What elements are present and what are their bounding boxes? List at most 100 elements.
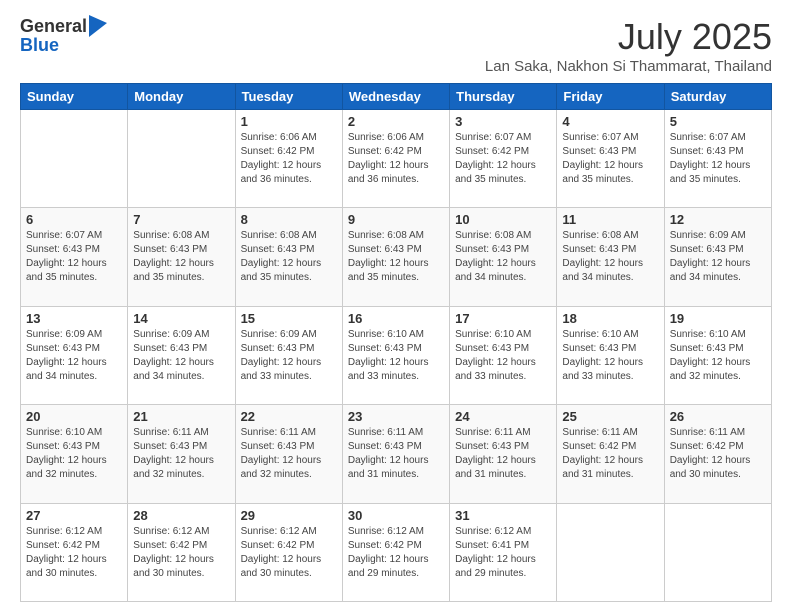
day-number: 18 xyxy=(562,311,658,326)
calendar-cell: 12Sunrise: 6:09 AM Sunset: 6:43 PM Dayli… xyxy=(664,208,771,306)
header: General Blue July 2025 Lan Saka, Nakhon … xyxy=(20,16,772,75)
calendar-cell: 28Sunrise: 6:12 AM Sunset: 6:42 PM Dayli… xyxy=(128,503,235,601)
day-number: 28 xyxy=(133,508,229,523)
calendar-cell: 16 Sunrise: 6:10 AM Sunset: 6:43 PM Dayli… xyxy=(342,306,449,404)
calendar-cell: 13Sunrise: 6:09 AM Sunset: 6:43 PM Dayli… xyxy=(21,306,128,404)
calendar-cell: 8Sunrise: 6:08 AM Sunset: 6:43 PM Daylig… xyxy=(235,208,342,306)
calendar-cell: 3 Sunrise: 6:07 AM Sunset: 6:42 PM Daylig… xyxy=(450,110,557,208)
calendar-cell: 25 Sunrise: 6:11 AM Sunset: 6:42 PM Dayli… xyxy=(557,405,664,503)
calendar-cell: 11 Sunrise: 6:08 AM Sunset: 6:43 PM Dayli… xyxy=(557,208,664,306)
calendar-cell: 6 Sunrise: 6:07 AM Sunset: 6:43 PM Daylig… xyxy=(21,208,128,306)
day-number: 17 xyxy=(455,311,551,326)
calendar-cell: 23 Sunrise: 6:11 AM Sunset: 6:43 PM Dayli… xyxy=(342,405,449,503)
title-block: July 2025 Lan Saka, Nakhon Si Thammarat,… xyxy=(485,16,772,75)
weekday-header-wednesday: Wednesday xyxy=(342,84,449,110)
calendar-cell: 10Sunrise: 6:08 AM Sunset: 6:43 PM Dayli… xyxy=(450,208,557,306)
page: General Blue July 2025 Lan Saka, Nakhon … xyxy=(0,0,792,612)
day-number: 16 xyxy=(348,311,444,326)
day-info: Sunrise: 6:10 AM Sunset: 6:43 PM Dayligh… xyxy=(455,328,551,384)
calendar-cell: 29Sunrise: 6:12 AM Sunset: 6:42 PM Dayli… xyxy=(235,503,342,601)
calendar-cell: 5 Sunrise: 6:07 AM Sunset: 6:43 PM Daylig… xyxy=(664,110,771,208)
day-info: Sunrise: 6:06 AM Sunset: 6:42 PM Dayligh… xyxy=(348,131,444,187)
day-number: 4 xyxy=(562,114,658,129)
day-number: 30 xyxy=(348,508,444,523)
day-info: Sunrise: 6:12 AM Sunset: 6:42 PM Dayligh… xyxy=(26,525,122,581)
day-info: Sunrise: 6:07 AM Sunset: 6:43 PM Dayligh… xyxy=(26,229,122,285)
day-info: Sunrise: 6:09 AM Sunset: 6:43 PM Dayligh… xyxy=(241,328,337,384)
weekday-header-monday: Monday xyxy=(128,84,235,110)
day-info: Sunrise: 6:11 AM Sunset: 6:43 PM Dayligh… xyxy=(133,426,229,482)
day-number: 5 xyxy=(670,114,766,129)
day-info: Sunrise: 6:12 AM Sunset: 6:41 PM Dayligh… xyxy=(455,525,551,581)
calendar-cell: 20 Sunrise: 6:10 AM Sunset: 6:43 PM Dayli… xyxy=(21,405,128,503)
calendar-cell: 19Sunrise: 6:10 AM Sunset: 6:43 PM Dayli… xyxy=(664,306,771,404)
day-info: Sunrise: 6:09 AM Sunset: 6:43 PM Dayligh… xyxy=(26,328,122,384)
calendar-week-row: 27Sunrise: 6:12 AM Sunset: 6:42 PM Dayli… xyxy=(21,503,772,601)
day-number: 11 xyxy=(562,212,658,227)
calendar-cell xyxy=(21,110,128,208)
day-number: 31 xyxy=(455,508,551,523)
day-number: 22 xyxy=(241,409,337,424)
day-number: 26 xyxy=(670,409,766,424)
day-info: Sunrise: 6:08 AM Sunset: 6:43 PM Dayligh… xyxy=(133,229,229,285)
calendar-cell: 7 Sunrise: 6:08 AM Sunset: 6:43 PM Daylig… xyxy=(128,208,235,306)
calendar-table: SundayMondayTuesdayWednesdayThursdayFrid… xyxy=(20,83,772,602)
day-info: Sunrise: 6:11 AM Sunset: 6:43 PM Dayligh… xyxy=(241,426,337,482)
day-info: Sunrise: 6:07 AM Sunset: 6:43 PM Dayligh… xyxy=(670,131,766,187)
weekday-header-thursday: Thursday xyxy=(450,84,557,110)
calendar-week-row: 13Sunrise: 6:09 AM Sunset: 6:43 PM Dayli… xyxy=(21,306,772,404)
calendar-cell: 26 Sunrise: 6:11 AM Sunset: 6:42 PM Dayli… xyxy=(664,405,771,503)
month-title: July 2025 xyxy=(485,16,772,58)
calendar-cell: 2Sunrise: 6:06 AM Sunset: 6:42 PM Daylig… xyxy=(342,110,449,208)
day-info: Sunrise: 6:08 AM Sunset: 6:43 PM Dayligh… xyxy=(455,229,551,285)
day-number: 14 xyxy=(133,311,229,326)
calendar-cell: 9 Sunrise: 6:08 AM Sunset: 6:43 PM Daylig… xyxy=(342,208,449,306)
day-number: 12 xyxy=(670,212,766,227)
day-info: Sunrise: 6:12 AM Sunset: 6:42 PM Dayligh… xyxy=(348,525,444,581)
calendar-week-row: 20 Sunrise: 6:10 AM Sunset: 6:43 PM Dayli… xyxy=(21,405,772,503)
logo-blue-text: Blue xyxy=(20,35,107,56)
day-info: Sunrise: 6:08 AM Sunset: 6:43 PM Dayligh… xyxy=(241,229,337,285)
day-number: 19 xyxy=(670,311,766,326)
day-info: Sunrise: 6:07 AM Sunset: 6:42 PM Dayligh… xyxy=(455,131,551,187)
day-number: 1 xyxy=(241,114,337,129)
weekday-header-row: SundayMondayTuesdayWednesdayThursdayFrid… xyxy=(21,84,772,110)
day-info: Sunrise: 6:11 AM Sunset: 6:43 PM Dayligh… xyxy=(348,426,444,482)
calendar-cell: 17 Sunrise: 6:10 AM Sunset: 6:43 PM Dayli… xyxy=(450,306,557,404)
day-info: Sunrise: 6:06 AM Sunset: 6:42 PM Dayligh… xyxy=(241,131,337,187)
day-number: 15 xyxy=(241,311,337,326)
weekday-header-tuesday: Tuesday xyxy=(235,84,342,110)
calendar-cell: 14Sunrise: 6:09 AM Sunset: 6:43 PM Dayli… xyxy=(128,306,235,404)
day-number: 9 xyxy=(348,212,444,227)
day-info: Sunrise: 6:10 AM Sunset: 6:43 PM Dayligh… xyxy=(26,426,122,482)
weekday-header-sunday: Sunday xyxy=(21,84,128,110)
day-number: 23 xyxy=(348,409,444,424)
calendar-cell: 15 Sunrise: 6:09 AM Sunset: 6:43 PM Dayli… xyxy=(235,306,342,404)
day-number: 25 xyxy=(562,409,658,424)
calendar-cell: 1 Sunrise: 6:06 AM Sunset: 6:42 PM Daylig… xyxy=(235,110,342,208)
day-number: 7 xyxy=(133,212,229,227)
calendar-cell: 22 Sunrise: 6:11 AM Sunset: 6:43 PM Dayli… xyxy=(235,405,342,503)
day-number: 20 xyxy=(26,409,122,424)
calendar-cell xyxy=(664,503,771,601)
day-info: Sunrise: 6:08 AM Sunset: 6:43 PM Dayligh… xyxy=(562,229,658,285)
day-number: 6 xyxy=(26,212,122,227)
weekday-header-saturday: Saturday xyxy=(664,84,771,110)
weekday-header-friday: Friday xyxy=(557,84,664,110)
day-info: Sunrise: 6:08 AM Sunset: 6:43 PM Dayligh… xyxy=(348,229,444,285)
day-number: 3 xyxy=(455,114,551,129)
logo-general-text: General xyxy=(20,16,87,37)
day-info: Sunrise: 6:11 AM Sunset: 6:42 PM Dayligh… xyxy=(670,426,766,482)
calendar-cell: 18 Sunrise: 6:10 AM Sunset: 6:43 PM Dayli… xyxy=(557,306,664,404)
calendar-cell: 31 Sunrise: 6:12 AM Sunset: 6:41 PM Dayli… xyxy=(450,503,557,601)
day-info: Sunrise: 6:10 AM Sunset: 6:43 PM Dayligh… xyxy=(348,328,444,384)
logo-icon xyxy=(89,15,107,37)
location-title: Lan Saka, Nakhon Si Thammarat, Thailand xyxy=(485,58,772,75)
calendar-cell xyxy=(557,503,664,601)
calendar-cell: 21 Sunrise: 6:11 AM Sunset: 6:43 PM Dayli… xyxy=(128,405,235,503)
day-number: 21 xyxy=(133,409,229,424)
day-info: Sunrise: 6:11 AM Sunset: 6:42 PM Dayligh… xyxy=(562,426,658,482)
day-number: 29 xyxy=(241,508,337,523)
day-number: 24 xyxy=(455,409,551,424)
day-info: Sunrise: 6:10 AM Sunset: 6:43 PM Dayligh… xyxy=(562,328,658,384)
